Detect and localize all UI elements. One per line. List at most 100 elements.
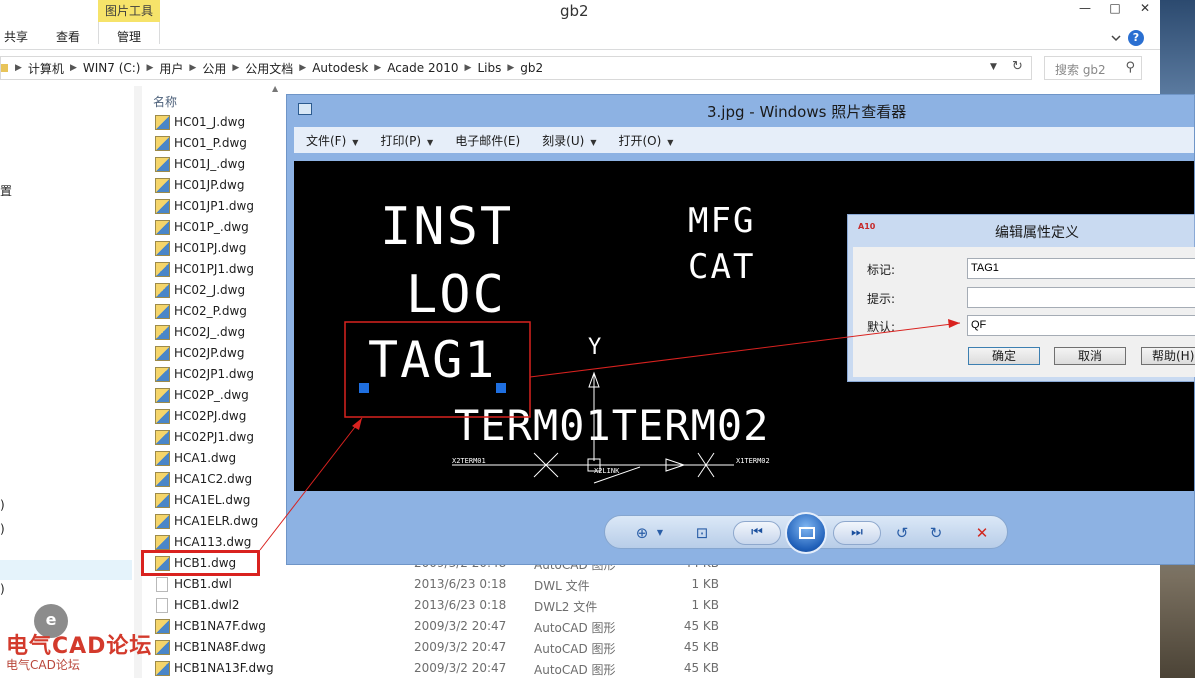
tag-field[interactable]: TAG1 bbox=[967, 258, 1195, 279]
tab-manage[interactable]: 管理 bbox=[98, 22, 160, 44]
breadcrumb-libs[interactable]: Libs bbox=[477, 61, 501, 75]
file-name: HCA1.dwg bbox=[174, 451, 237, 465]
tab-share[interactable]: 共享 bbox=[4, 28, 28, 45]
breadcrumb-users[interactable]: 用户 bbox=[159, 60, 183, 77]
tab-view[interactable]: 查看 bbox=[56, 28, 80, 45]
refresh-icon[interactable]: ↻ bbox=[1012, 59, 1023, 74]
window-controls: — □ ✕ bbox=[1070, 0, 1160, 18]
file-name: HCA113.dwg bbox=[174, 535, 252, 549]
file-row[interactable]: HCB1NA7F.dwg 2009/3/2 20:47 AutoCAD 图形 45 K… bbox=[153, 616, 733, 637]
file-size: 1 KB bbox=[691, 598, 719, 612]
file-name: HCB1NA13F.dwg bbox=[174, 661, 274, 675]
maximize-button[interactable]: □ bbox=[1100, 0, 1130, 18]
navigation-pane: 置 ) ) ) bbox=[0, 86, 134, 678]
viewer-menu-item[interactable]: 打开(O) ▼ bbox=[618, 132, 673, 149]
window-title: gb2 bbox=[560, 2, 589, 20]
viewer-menu-label: 刻录(U) bbox=[542, 133, 585, 148]
viewer-menu-item[interactable]: 打印(P) ▼ bbox=[380, 132, 433, 149]
nav-item-fragment[interactable]: ) bbox=[0, 498, 5, 512]
prompt-field[interactable] bbox=[967, 287, 1195, 308]
chevron-right-icon: ▶ bbox=[189, 63, 197, 73]
nav-scrollbar[interactable] bbox=[134, 86, 142, 678]
chevron-right-icon: ▶ bbox=[374, 63, 382, 73]
ok-button[interactable]: 确定 bbox=[968, 347, 1040, 365]
photo-viewer-app-icon bbox=[298, 103, 312, 115]
nav-item-fragment[interactable]: ) bbox=[0, 582, 5, 596]
dwg-icon bbox=[155, 325, 170, 340]
dwg-icon bbox=[155, 472, 170, 487]
column-header-name[interactable]: 名称 bbox=[153, 93, 177, 110]
search-icon[interactable]: ⚲ bbox=[1125, 60, 1135, 75]
rotate-counterclockwise-icon[interactable]: ↺ bbox=[891, 522, 913, 544]
address-bar[interactable]: ▶ 计算机 ▶ WIN7 (C:) ▶ 用户 ▶ 公用 ▶ 公用文档 ▶ Autodesk … bbox=[0, 56, 1032, 80]
dwg-icon bbox=[155, 178, 170, 193]
watermark-subtext: 电气CAD论坛 bbox=[6, 658, 80, 672]
zoom-dropdown-icon[interactable]: ▼ bbox=[649, 522, 671, 544]
dwg-icon bbox=[155, 241, 170, 256]
file-row[interactable]: HCB1NA13F.dwg 2009/3/2 20:47 AutoCAD 图形 45 … bbox=[153, 658, 733, 678]
viewer-titlebar: 3.jpg - Windows 照片查看器 bbox=[287, 95, 1194, 124]
default-label: 默认: bbox=[867, 320, 896, 334]
close-button[interactable]: ✕ bbox=[1130, 0, 1160, 18]
dwg-icon bbox=[155, 535, 170, 550]
minimize-button[interactable]: — bbox=[1070, 0, 1100, 18]
chevron-down-icon: ▼ bbox=[427, 137, 434, 147]
search-input[interactable]: 搜索 gb2 ⚲ bbox=[1044, 56, 1142, 80]
help-button[interactable]: 帮助(H) bbox=[1141, 347, 1195, 365]
folder-icon bbox=[1, 64, 8, 72]
chevron-right-icon: ▶ bbox=[507, 63, 515, 73]
next-button[interactable]: ⏭ bbox=[833, 521, 881, 545]
file-row[interactable]: HCB1NA8F.dwg 2009/3/2 20:47 AutoCAD 图形 45 K… bbox=[153, 637, 733, 658]
file-name: HCB1.dwl bbox=[174, 577, 232, 591]
file-date: 2009/3/2 20:47 bbox=[414, 661, 507, 675]
address-dropdown-icon[interactable]: ▼ bbox=[990, 62, 997, 72]
dwg-icon bbox=[155, 283, 170, 298]
dwg-icon bbox=[155, 493, 170, 508]
nav-item-fragment[interactable]: ) bbox=[0, 522, 5, 536]
rotate-clockwise-icon[interactable]: ↻ bbox=[925, 522, 947, 544]
breadcrumb-public[interactable]: 公用 bbox=[202, 60, 226, 77]
cancel-button[interactable]: 取消 bbox=[1054, 347, 1126, 365]
file-name: HC02J_.dwg bbox=[174, 325, 246, 339]
breadcrumb-acade[interactable]: Acade 2010 bbox=[387, 61, 458, 75]
default-field[interactable]: QF bbox=[967, 315, 1195, 336]
chevron-right-icon: ▶ bbox=[232, 63, 240, 73]
breadcrumb-gb2[interactable]: gb2 bbox=[520, 61, 543, 75]
actual-size-icon[interactable]: ⊡ bbox=[691, 522, 713, 544]
viewer-menu-item[interactable]: 刻录(U) ▼ bbox=[542, 132, 596, 149]
file-name: HC01_J.dwg bbox=[174, 115, 246, 129]
breadcrumb-computer[interactable]: 计算机 bbox=[28, 60, 64, 77]
file-row[interactable]: HCB1.dwl2 2013/6/23 0:18 DWL2 文件 1 KB bbox=[153, 595, 733, 616]
dwg-icon bbox=[155, 430, 170, 445]
file-icon bbox=[156, 577, 168, 592]
help-icon[interactable]: ? bbox=[1128, 30, 1144, 46]
chevron-right-icon: ▶ bbox=[299, 63, 307, 73]
dwg-icon bbox=[155, 136, 170, 151]
viewer-menu-item[interactable]: 文件(F) ▼ bbox=[306, 132, 358, 149]
delete-icon[interactable]: ✕ bbox=[971, 522, 993, 544]
dwg-icon bbox=[155, 304, 170, 319]
dwg-icon bbox=[155, 199, 170, 214]
file-name: HC01JP.dwg bbox=[174, 178, 245, 192]
viewer-menu-item[interactable]: 电子邮件(E) bbox=[455, 132, 520, 149]
breadcrumb-public-documents[interactable]: 公用文档 bbox=[245, 60, 293, 77]
nav-selected-row[interactable] bbox=[0, 560, 132, 580]
chevron-right-icon: ▶ bbox=[15, 63, 22, 73]
breadcrumb-autodesk[interactable]: Autodesk bbox=[312, 61, 368, 75]
slideshow-button[interactable] bbox=[785, 512, 827, 554]
file-size: 45 KB bbox=[683, 661, 719, 675]
file-name: HC02_J.dwg bbox=[174, 283, 246, 297]
chevron-right-icon: ▶ bbox=[146, 63, 154, 73]
dwg-icon bbox=[155, 409, 170, 424]
dialog-body: 标记: TAG1 提示: 默认: QF 确定 取消 帮助(H) bbox=[853, 247, 1195, 377]
breadcrumb-drive[interactable]: WIN7 (C:) bbox=[83, 61, 141, 75]
dwg-icon bbox=[155, 262, 170, 277]
previous-button[interactable]: ⏮ bbox=[733, 521, 781, 545]
file-name: HCA1C2.dwg bbox=[174, 472, 253, 486]
file-row[interactable]: HCB1.dwl 2013/6/23 0:18 DWL 文件 1 KB bbox=[153, 574, 733, 595]
file-name: HC02P_.dwg bbox=[174, 388, 249, 402]
nav-item-fragment[interactable]: 置 bbox=[0, 182, 12, 199]
file-name: HC01P_.dwg bbox=[174, 220, 249, 234]
viewer-menu-label: 打印(P) bbox=[380, 133, 422, 148]
chevron-down-icon[interactable] bbox=[1110, 32, 1122, 44]
